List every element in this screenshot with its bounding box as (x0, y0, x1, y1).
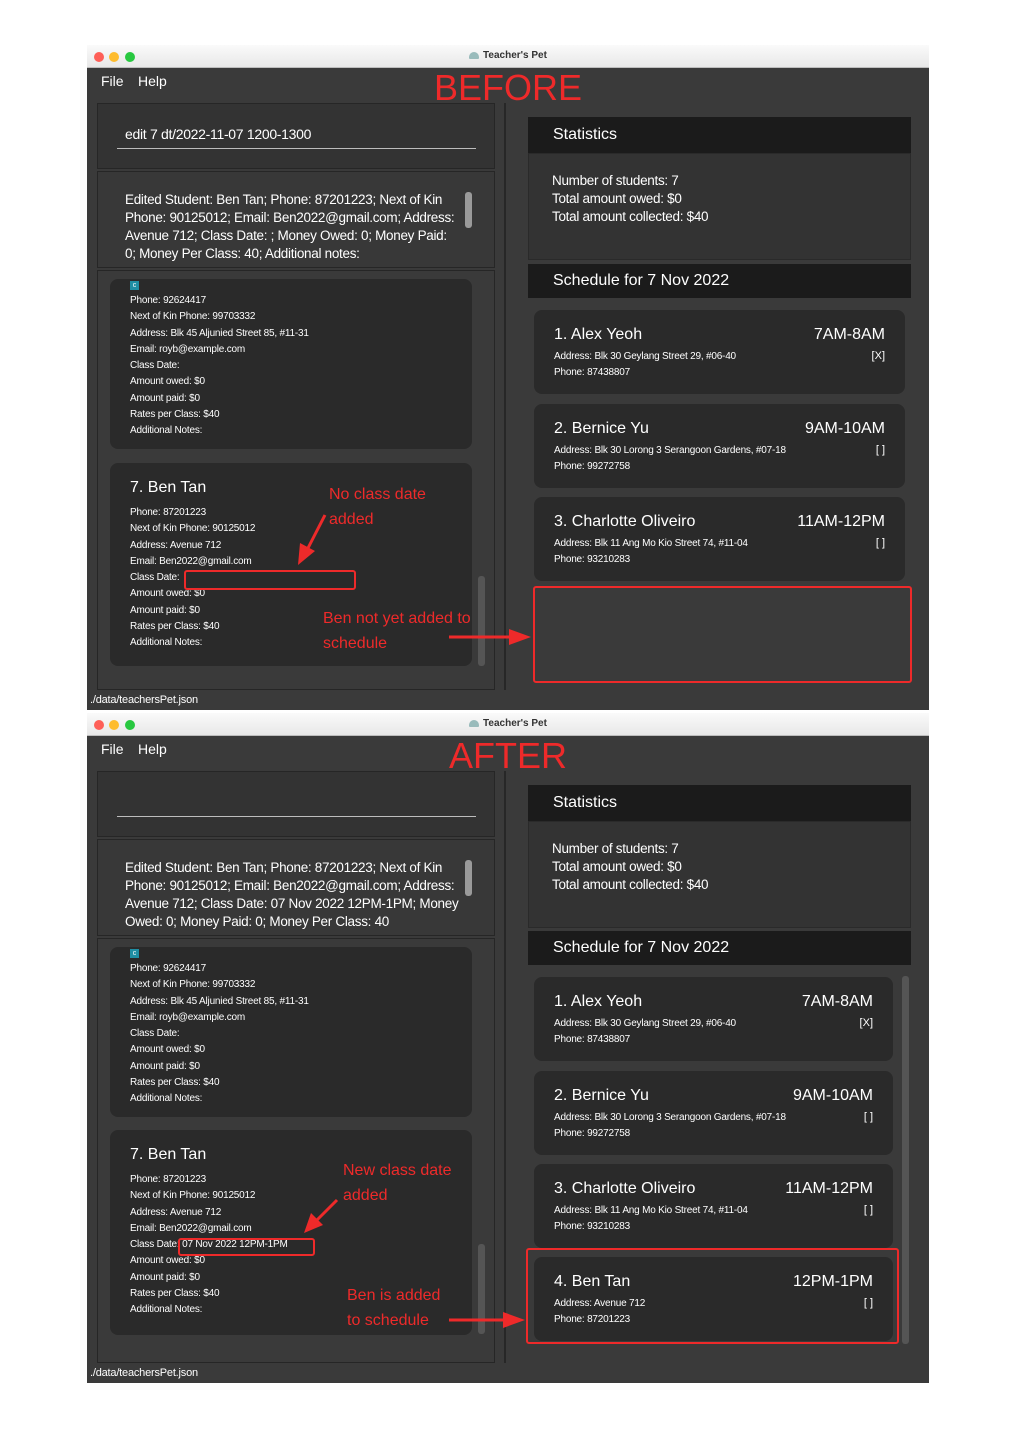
before-window: Teacher's Pet File Help BEFORE edit 7 dt… (87, 45, 929, 710)
annotation-arrows (304, 1198, 525, 1328)
annotation-arrows (298, 514, 531, 645)
arrow-head-class-date (298, 543, 315, 565)
arrow-head-schedule (503, 1312, 525, 1328)
arrow-to-class-date (314, 1198, 339, 1223)
after-window: Teacher's Pet File Help AFTER Edited Stu… (87, 713, 929, 1383)
arrow-to-class-date (305, 514, 327, 551)
arrow-head-schedule (509, 629, 531, 645)
